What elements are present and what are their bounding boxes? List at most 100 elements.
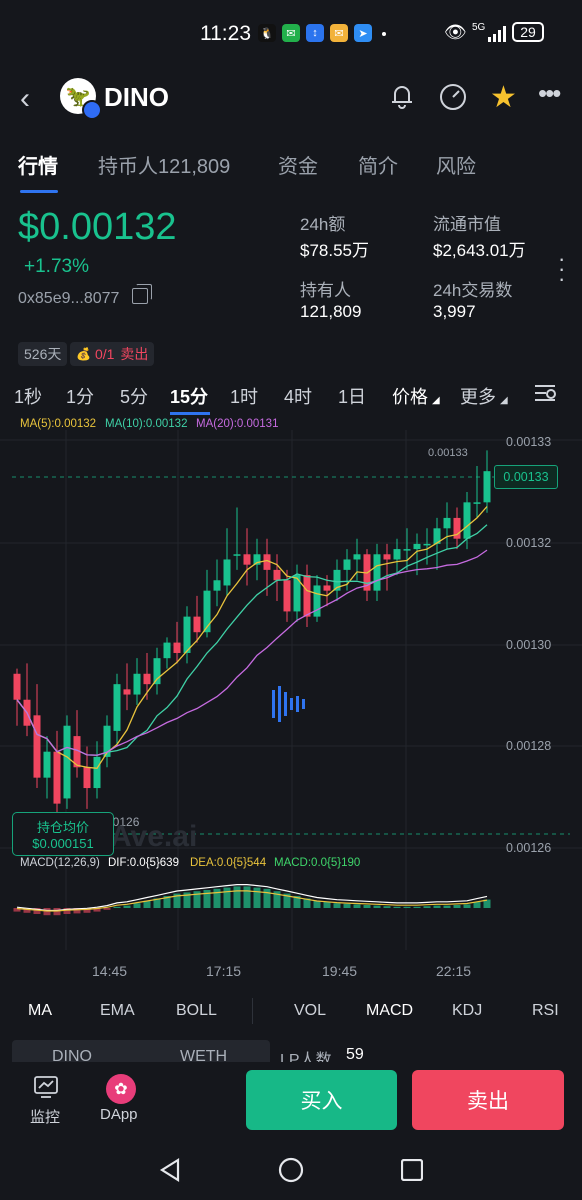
ind-tab-ma[interactable]: MA [28,1002,52,1020]
interval-1h[interactable]: 1时 [230,383,258,409]
y-tick-label: 0.00128 [506,739,551,753]
y-tick-label: 0.00130 [506,638,551,652]
ind-tab-vol[interactable]: VOL [294,1002,326,1020]
macd-bar [233,886,241,908]
candle-body [53,751,61,804]
nav-back-icon[interactable] [158,1158,182,1187]
interval-1s[interactable]: 1秒 [14,383,42,409]
interval-5m[interactable]: 5分 [120,383,148,409]
macd-value: MACD:0.0{5}190 [274,857,361,869]
ind-tab-ema[interactable]: EMA [100,1002,135,1020]
candle-body [43,751,51,778]
avg-entry-marker[interactable]: 持仓均价 $0.000151 [12,812,114,856]
macd-bar [473,902,481,908]
y-tick-label: 0.00132 [506,536,551,550]
candle-body [283,580,291,612]
macd-title: MACD(12,26,9) [20,857,100,869]
interval-1d[interactable]: 1日 [338,383,366,409]
candle-body [163,642,171,659]
gauge-icon[interactable] [438,82,468,119]
macd-bar [123,905,131,908]
status-time: 11:23 [200,22,251,45]
y-axis-ticks: 0.00133 0.00132 0.00130 0.00128 0.00126 [506,435,551,855]
interval-15m[interactable]: 15分 [170,383,208,409]
avg-entry-label: 持仓均价 [36,820,89,835]
candle-body [313,585,321,617]
ma20-legend: MA(20):0.00131 [196,418,279,430]
wechat-icon: ✉ [282,24,300,42]
macd-bar [133,903,141,908]
status-dot-icon [382,32,386,36]
tab-intro[interactable]: 简介 [358,150,398,179]
monitor-label[interactable]: 监控 [30,1106,60,1127]
more-options-icon[interactable]: ••• [538,78,561,109]
chart-settings-icon[interactable] [532,380,558,411]
ind-tab-macd[interactable]: MACD [366,1002,413,1020]
macd-bar [433,905,441,908]
trades-pill[interactable]: 💰 0/1 卖出 [70,342,155,366]
money-bag-icon: 💰 [76,347,91,361]
tab-market[interactable]: 行情 [18,150,58,179]
macd-bar [463,904,471,908]
monitor-icon[interactable] [34,1076,58,1103]
tab-holders[interactable]: 持币人121,809 [98,150,230,179]
app-icon: ↕ [306,24,324,42]
macd-dea: DEA:0.0{5}544 [190,857,267,869]
ind-tab-kdj[interactable]: KDJ [452,1002,482,1020]
feishu-icon: ➤ [354,24,372,42]
buy-button[interactable]: 买入 [246,1070,397,1130]
macd-bar [353,904,361,908]
tab-risk[interactable]: 风险 [436,150,476,179]
nav-recents-icon[interactable] [400,1158,424,1186]
macd-bar [103,908,111,910]
candle-body [383,554,391,560]
sell-button[interactable]: 卖出 [412,1070,564,1130]
mail-icon: ✉ [330,24,348,42]
nav-home-icon[interactable] [278,1157,304,1188]
macd-bar [253,887,261,908]
macd-bar [443,905,451,908]
audio-wave-icon[interactable] [272,686,308,727]
candle-body [373,554,381,591]
stats-more-icon[interactable]: · · · [558,248,565,290]
stat-value-txns: 3,997 [433,302,476,321]
tab-funds[interactable]: 资金 [278,150,318,179]
macd-bar [393,906,401,908]
macd-bar [453,905,461,908]
star-icon[interactable]: ★ [490,80,517,115]
macd-bar [373,905,381,908]
ma20-line [16,549,488,756]
dapp-icon[interactable]: ✿ [106,1074,136,1104]
age-pill: 526天 [18,342,68,366]
dapp-label[interactable]: DApp [100,1106,138,1123]
stat-label-holders: 持有人 [300,281,351,300]
ind-tab-rsi[interactable]: RSI [532,1002,559,1020]
candles [13,450,491,815]
candle-body [323,585,331,591]
candle-body [423,543,431,546]
chain-badge-icon [82,100,102,120]
candle-body [243,554,251,565]
candle-body [273,569,281,581]
stat-value-holders: 121,809 [300,302,362,321]
bell-icon[interactable] [388,82,416,117]
stat-label-mcap: 流通市值 [433,215,501,234]
x-tick-label: 22:15 [436,963,471,979]
interval-4h[interactable]: 4时 [284,383,312,409]
back-chevron-icon[interactable]: ‹ [20,82,30,116]
more-intervals[interactable]: 更多 ◢ [460,383,508,409]
candle-body [63,725,71,799]
copy-icon[interactable] [132,284,152,304]
indicator-divider [252,998,253,1024]
ave-watermark: Ave.ai [110,820,197,853]
candle-body [413,543,421,550]
stat-label-txns: 24h交易数 [433,281,513,300]
x-tick-label: 14:45 [92,963,127,979]
macd-bar [243,886,251,908]
price-toggle[interactable]: 价格 ◢ [392,383,440,409]
caret-icon: ◢ [432,395,440,406]
ind-tab-boll[interactable]: BOLL [176,1002,217,1020]
ma10-legend: MA(10):0.00132 [105,418,188,430]
x-axis-ticks: 14:45 17:15 19:45 22:15 [92,963,471,979]
interval-1m[interactable]: 1分 [66,383,94,409]
